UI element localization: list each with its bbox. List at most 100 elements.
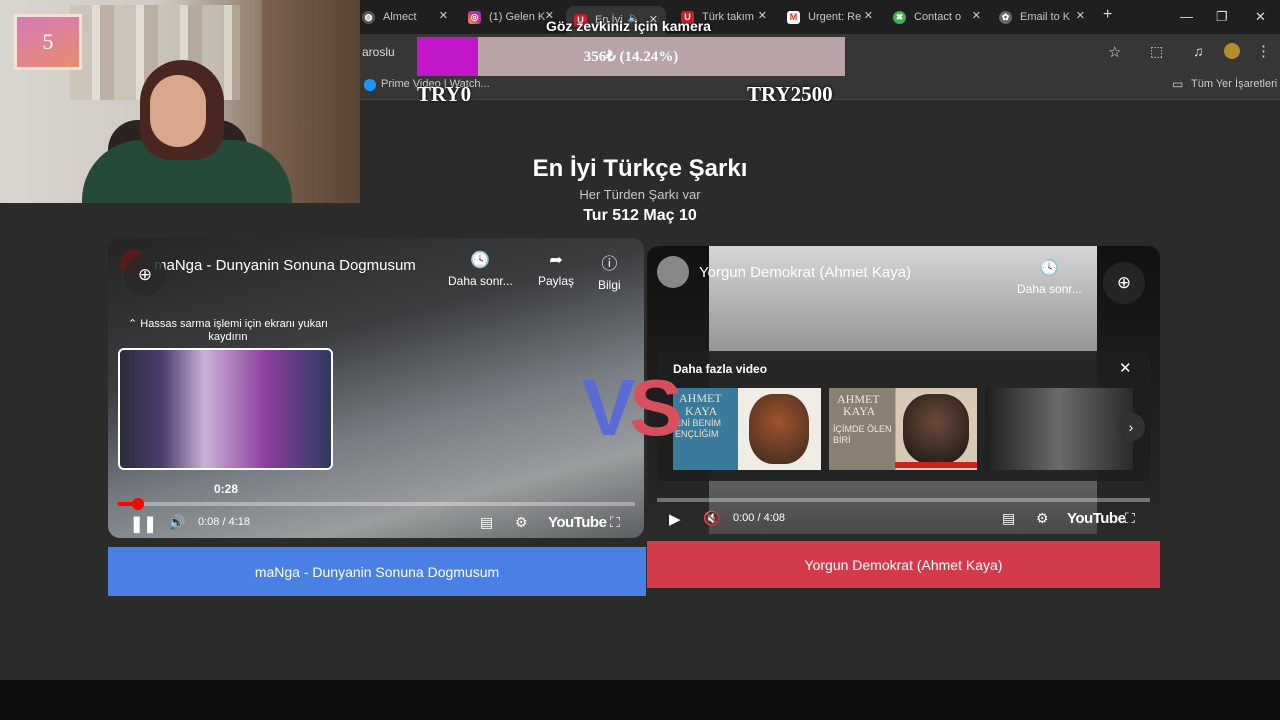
donation-progress-bar: 356₺ (14.24%) [417, 37, 845, 76]
subtitles-icon[interactable]: ▤ [480, 514, 493, 531]
new-tab-icon[interactable]: + [1103, 6, 1112, 24]
volume-icon[interactable]: 🔊 [168, 514, 185, 531]
watch-later-button[interactable]: 🕓 Daha sonr... [448, 250, 513, 288]
tab-label: Contact o [914, 11, 962, 23]
thumb-accent [895, 462, 977, 468]
zoom-icon[interactable]: ⊕ [1103, 262, 1145, 304]
star-icon[interactable]: ☆ [1108, 43, 1121, 61]
tab-label: (1) Gelen K [489, 11, 546, 23]
info-icon: ⓘ [601, 256, 618, 273]
person-face [150, 75, 206, 147]
progress-track[interactable] [657, 498, 1150, 502]
related-video-thumb[interactable] [985, 388, 1133, 470]
fullscreen-icon[interactable]: ⛶ [1125, 510, 1135, 527]
close-tab-icon[interactable]: ✕ [972, 9, 981, 22]
media-control-icon[interactable]: ♫ [1193, 43, 1204, 59]
tab-label: Email to K [1020, 11, 1071, 23]
gmail-icon: M [787, 10, 800, 24]
time-display: 0:00 / 4:08 [733, 512, 785, 524]
thumb-subtitle: İÇİMDE ÖLEN BİRİ [833, 424, 892, 445]
profile-avatar[interactable] [1224, 43, 1240, 59]
address-bar[interactable]: aroslu [362, 45, 395, 59]
youtube-logo[interactable]: YouTube [1067, 510, 1126, 527]
info-label: Bilgi [598, 278, 621, 292]
vs-letter-s: S [629, 363, 682, 452]
share-button[interactable]: ➦ Paylaş [538, 250, 574, 288]
share-icon: ➦ [549, 252, 563, 269]
page-title: En İyi Türkçe Şarkı [532, 155, 748, 182]
tab-email[interactable]: ✿ Email to K ✕ [999, 6, 1085, 28]
mute-icon[interactable]: 🔇 [703, 510, 720, 527]
related-video-thumb[interactable]: AHMET KAYA İÇİMDE ÖLEN BİRİ [829, 388, 977, 470]
clock-icon: 🕓 [1039, 260, 1060, 277]
bottom-bar [0, 680, 1280, 720]
contact-icon: ✖ [893, 10, 906, 24]
related-video-thumb[interactable]: AHMET KAYA ENİ BENİM ENÇLİĞİM [673, 388, 821, 470]
donation-title: Göz zevkiniz için kamera [546, 18, 711, 34]
seek-hint: ⌃ Hassas sarma işlemi için ekranı yukarı… [128, 318, 328, 343]
close-panel-icon[interactable]: ✕ [1119, 359, 1132, 377]
prime-video-icon [364, 79, 376, 91]
thumb-subtitle: ENİ BENİM ENÇLİĞİM [675, 418, 722, 439]
instagram-icon: ◎ [468, 10, 481, 24]
close-tab-icon[interactable]: ✕ [864, 9, 873, 22]
progress-track[interactable] [118, 498, 635, 510]
clock-icon: 🕓 [470, 252, 491, 269]
seek-preview-thumbnail [118, 348, 333, 470]
donation-max: TRY2500 [747, 82, 833, 106]
round-info: Tur 512 Maç 10 [583, 207, 697, 224]
page-subtitle: Her Türden Şarkı var [579, 187, 701, 202]
thumb-portrait [749, 394, 809, 464]
minimize-icon[interactable]: — [1180, 9, 1193, 24]
thumb-line2: KAYA [685, 404, 718, 418]
play-icon[interactable]: ▶ [669, 510, 681, 528]
close-tab-icon[interactable]: ✕ [758, 9, 767, 22]
close-tab-icon[interactable]: ✕ [439, 9, 448, 22]
info-button[interactable]: ⓘ Bilgi [598, 250, 621, 292]
right-video-player[interactable]: Yorgun Demokrat (Ahmet Kaya) 🕓 Daha sonr.… [647, 246, 1160, 534]
watch-later-label: Daha sonr... [1017, 282, 1082, 296]
tab-gmail[interactable]: M Urgent: Re ✕ [787, 6, 873, 28]
chevron-right-icon[interactable]: › [1117, 413, 1145, 441]
thumb-portrait [903, 394, 969, 464]
subtitles-icon[interactable]: ▤ [1002, 510, 1015, 527]
tab-label: Urgent: Re [808, 11, 862, 23]
thumb-line2: KAYA [843, 404, 876, 418]
round-counter: 5 [14, 14, 82, 70]
fullscreen-icon[interactable]: ⛶ [610, 514, 620, 531]
close-window-icon[interactable]: ✕ [1255, 9, 1266, 25]
pause-icon[interactable]: ❚❚ [130, 514, 157, 534]
watch-later-button[interactable]: 🕓 Daha sonr... [1017, 258, 1082, 296]
globe-icon: ◍ [362, 10, 375, 24]
tab-contact[interactable]: ✖ Contact o ✕ [893, 6, 981, 28]
watch-later-label: Daha sonr... [448, 274, 513, 288]
folder-icon: ▭ [1172, 77, 1184, 91]
donation-amount: 356₺ (14.24%) [583, 49, 679, 65]
donation-min: TRY0 [417, 82, 472, 106]
more-videos-title: Daha fazla video [673, 362, 768, 376]
close-tab-icon[interactable]: ✕ [1076, 9, 1085, 22]
tab-label: Almect [383, 11, 417, 23]
channel-avatar[interactable] [657, 256, 689, 288]
settings-icon[interactable]: ⚙ [1036, 510, 1049, 527]
time-display: 0:08 / 4:18 [198, 516, 250, 528]
vote-left-button[interactable]: maNga - Dunyanin Sonuna Dogmusum [108, 547, 646, 596]
tab-almect[interactable]: ◍ Almect ✕ [362, 6, 448, 28]
share-label: Paylaş [538, 274, 575, 288]
settings-icon[interactable]: ⚙ [515, 514, 528, 531]
video-title[interactable]: Yorgun Demokrat (Ahmet Kaya) [699, 264, 911, 281]
tab-instagram[interactable]: ◎ (1) Gelen K ✕ [468, 6, 554, 28]
menu-icon[interactable]: ⋮ [1256, 42, 1271, 60]
video-title[interactable]: maNga - Dunyanin Sonuna Dogmusum [154, 257, 416, 274]
extensions-icon[interactable]: ⬚ [1150, 43, 1163, 60]
restore-icon[interactable]: ❐ [1216, 9, 1228, 25]
vote-right-button[interactable]: Yorgun Demokrat (Ahmet Kaya) [647, 541, 1160, 588]
scrubber-handle[interactable] [132, 498, 144, 510]
vs-label: VS [582, 362, 683, 454]
all-bookmarks[interactable]: Tüm Yer İşaretleri [1191, 78, 1277, 90]
left-video-player[interactable]: maNga - Dunyanin Sonuna Dogmusum ⊕ 🕓 Daha… [108, 238, 644, 538]
openai-icon: ✿ [999, 10, 1012, 24]
youtube-logo[interactable]: YouTube [548, 514, 607, 531]
vs-letter-v: V [582, 363, 635, 452]
zoom-icon[interactable]: ⊕ [124, 254, 166, 296]
